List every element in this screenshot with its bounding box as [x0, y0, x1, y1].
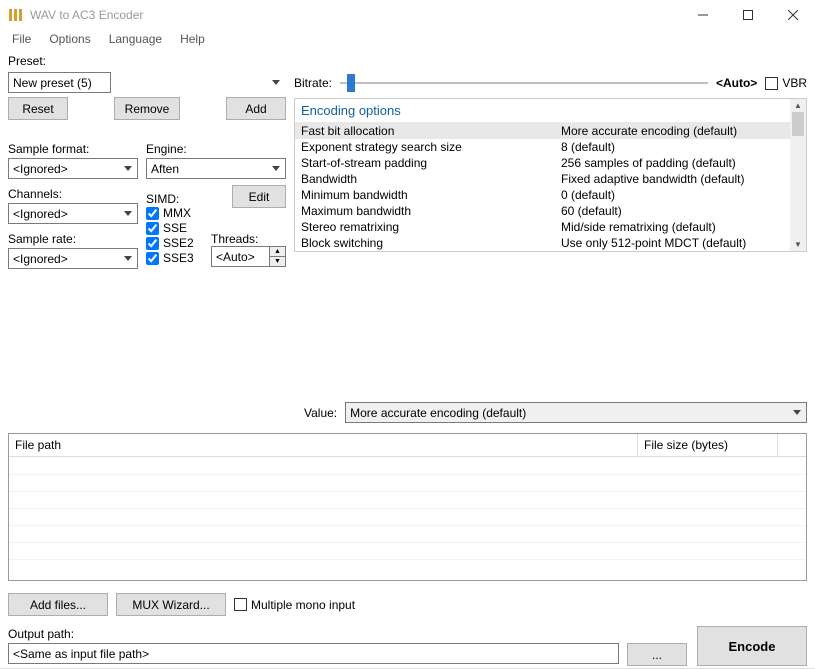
value-select[interactable]: More accurate encoding (default): [345, 402, 807, 423]
scroll-thumb[interactable]: [792, 112, 804, 136]
simd-sse3-checkbox[interactable]: [146, 252, 159, 265]
bitrate-slider-thumb[interactable]: [347, 74, 355, 92]
engine-select[interactable]: Aften: [146, 158, 286, 179]
mux-wizard-button[interactable]: MUX Wizard...: [116, 593, 226, 616]
value-label: Value:: [304, 406, 337, 420]
simd-sse-checkbox[interactable]: [146, 222, 159, 235]
simd-mmx-checkbox[interactable]: [146, 207, 159, 220]
app-icon: [8, 7, 24, 23]
window-title: WAV to AC3 Encoder: [30, 8, 680, 22]
files-col-extra: [778, 434, 806, 456]
simd-mmx-label: MMX: [163, 206, 191, 220]
vbr-label: VBR: [782, 76, 807, 90]
simd-sse2-label: SSE2: [163, 236, 194, 250]
vbr-checkbox[interactable]: [765, 77, 778, 90]
engine-label: Engine:: [146, 142, 286, 156]
multiple-mono-label: Multiple mono input: [251, 598, 355, 612]
preset-label: Preset:: [8, 54, 807, 68]
output-path-input[interactable]: [8, 643, 619, 664]
sample-rate-select[interactable]: <Ignored>: [8, 248, 138, 269]
threads-down-icon[interactable]: ▼: [270, 257, 285, 267]
threads-label: Threads:: [211, 232, 286, 246]
encode-button[interactable]: Encode: [697, 626, 807, 666]
files-col-path[interactable]: File path: [9, 434, 638, 456]
output-path-label: Output path:: [8, 627, 687, 641]
bitrate-auto-label: <Auto>: [716, 76, 757, 90]
files-table-body[interactable]: [9, 457, 806, 575]
reset-button[interactable]: Reset: [8, 97, 68, 120]
sample-format-select[interactable]: <Ignored>: [8, 158, 138, 179]
threads-up-icon[interactable]: ▲: [270, 247, 285, 257]
simd-sse2-checkbox[interactable]: [146, 237, 159, 250]
simd-sse-label: SSE: [163, 221, 187, 235]
bitrate-label: Bitrate:: [294, 76, 332, 90]
encoding-options-header: Encoding options: [295, 99, 790, 123]
sample-format-label: Sample format:: [8, 142, 138, 156]
titlebar: WAV to AC3 Encoder: [0, 0, 815, 30]
scroll-up-icon[interactable]: ▲: [794, 101, 802, 110]
bitrate-slider[interactable]: [340, 82, 708, 84]
close-button[interactable]: [770, 0, 815, 30]
menu-file[interactable]: File: [4, 30, 39, 48]
add-button[interactable]: Add: [226, 97, 286, 120]
simd-sse3-label: SSE3: [163, 251, 194, 265]
menu-help[interactable]: Help: [172, 30, 213, 48]
multiple-mono-checkbox[interactable]: [234, 598, 247, 611]
threads-input[interactable]: [211, 246, 269, 267]
preset-select[interactable]: New preset (5): [8, 72, 111, 93]
channels-label: Channels:: [8, 187, 138, 201]
threads-spinner[interactable]: ▲▼: [211, 246, 286, 267]
menu-language[interactable]: Language: [101, 30, 170, 48]
add-files-button[interactable]: Add files...: [8, 593, 108, 616]
menu-options[interactable]: Options: [41, 30, 98, 48]
sample-rate-label: Sample rate:: [8, 232, 138, 246]
channels-select[interactable]: <Ignored>: [8, 203, 138, 224]
simd-label: SIMD:: [146, 192, 179, 206]
files-col-size[interactable]: File size (bytes): [638, 434, 778, 456]
minimize-button[interactable]: [680, 0, 725, 30]
remove-button[interactable]: Remove: [114, 97, 181, 120]
browse-output-button[interactable]: ...: [627, 643, 687, 666]
menubar: File Options Language Help: [0, 30, 815, 48]
files-table: File path File size (bytes): [8, 433, 807, 581]
maximize-button[interactable]: [725, 0, 770, 30]
